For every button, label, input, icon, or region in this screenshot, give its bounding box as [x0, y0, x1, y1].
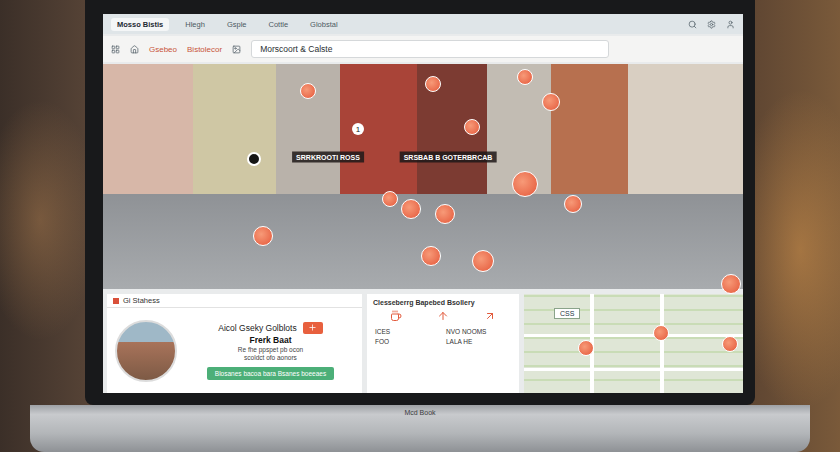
map-pin[interactable]: [253, 226, 273, 246]
cup-icon: [390, 310, 402, 322]
map-pin[interactable]: [472, 250, 494, 272]
app-window: Mosso Bistis Hlegh Gsple Cottle Globstal Gseb…: [103, 14, 743, 393]
details-icons: [367, 308, 519, 324]
toolbar-link[interactable]: Gsebeo: [149, 45, 177, 54]
browser-tab[interactable]: Gsple: [221, 18, 253, 31]
map-pin[interactable]: [722, 336, 738, 352]
bottom-panels: Gi Stahess Aicol Gseky Golblots Frerk Baat…: [103, 291, 743, 393]
pin-badge: 1: [352, 123, 364, 135]
browser-tab[interactable]: Hlegh: [179, 18, 211, 31]
map-pin[interactable]: [382, 191, 398, 207]
place-description: Re fhe ppspet pb ocon: [238, 346, 303, 353]
header-icon: [113, 298, 119, 304]
place-card-header: Gi Stahess: [107, 294, 362, 308]
location-marker[interactable]: [247, 152, 261, 166]
place-card-body: Aicol Gseky Golblots Frerk BaatRe fhe pps…: [107, 308, 362, 393]
map-pin[interactable]: [421, 246, 441, 266]
map-pin[interactable]: [542, 93, 560, 111]
search-field[interactable]: Morscoort & Calste: [251, 40, 609, 58]
map-pin[interactable]: [721, 274, 741, 294]
arrow-icon: [484, 310, 496, 322]
place-card: Gi Stahess Aicol Gseky Golblots Frerk Baat…: [107, 294, 362, 393]
user-icon[interactable]: [726, 20, 735, 29]
toolbar: Gsebeo Bistolecor Morscoort & Calste: [103, 36, 743, 62]
image-icon[interactable]: [232, 45, 241, 54]
street-view[interactable]: SRRKROOTI ROSS SRSBAB B GOTERBRCAB 1: [103, 64, 743, 289]
details-card: Clesseberrg Bapebed Bsollery ICES NVO NOOM…: [367, 294, 519, 393]
name-row: Aicol Gseky Golblots: [218, 322, 322, 334]
map-pin[interactable]: [564, 195, 582, 213]
map-label: CSS: [554, 308, 580, 319]
grid-icon[interactable]: [111, 45, 120, 54]
laptop-base: Mcd Book: [30, 405, 810, 452]
map-pin[interactable]: [517, 69, 533, 85]
map-pin[interactable]: [300, 83, 316, 99]
details-title: Clesseberrg Bapebed Bsollery: [367, 294, 519, 308]
browser-tab[interactable]: Mosso Bistis: [111, 18, 169, 31]
search-icon[interactable]: [688, 20, 697, 29]
plus-icon: [308, 323, 317, 332]
place-name: Aicol Gseky Golblots: [218, 323, 296, 333]
page: Mosso Bistis Hlegh Gsple Cottle Globstal Gseb…: [0, 0, 840, 452]
action-button[interactable]: Blosanes bacoa bara Bsanes boeeaes: [207, 367, 334, 380]
browser-tab[interactable]: Globstal: [304, 18, 344, 31]
home-icon[interactable]: [130, 45, 139, 54]
place-title: Frerk Baat: [249, 335, 291, 345]
details-item: ICES: [375, 328, 440, 335]
map-card: CSS: [524, 294, 743, 393]
toolbar-link[interactable]: Bistolecor: [187, 45, 222, 54]
map-pin[interactable]: [512, 171, 538, 197]
gear-icon[interactable]: [707, 20, 716, 29]
laptop-screen: Mosso Bistis Hlegh Gsple Cottle Globstal Gseb…: [85, 0, 755, 405]
browser-tab[interactable]: Cottle: [262, 18, 294, 31]
details-item: FOO: [375, 338, 440, 345]
map-pin[interactable]: [425, 76, 441, 92]
laptop-brand: Mcd Book: [404, 409, 435, 452]
map-pin[interactable]: [435, 204, 455, 224]
browser-bar: Mosso Bistis Hlegh Gsple Cottle Globstal: [103, 14, 743, 34]
map-pin[interactable]: [578, 340, 594, 356]
details-item: NVO NOOMS: [446, 328, 511, 335]
details-item: LALA HE: [446, 338, 511, 345]
map[interactable]: CSS: [524, 294, 743, 393]
add-button[interactable]: [303, 322, 323, 334]
map-pin[interactable]: [401, 199, 421, 219]
map-pin[interactable]: [653, 325, 669, 341]
street-label: SRSBAB B GOTERBRCAB: [400, 152, 497, 163]
arrow-icon: [437, 310, 449, 322]
place-description: scoldct ofo aonors: [244, 354, 297, 361]
place-photo: [115, 320, 177, 382]
street-label: SRRKROOTI ROSS: [292, 152, 364, 163]
map-pin[interactable]: [464, 119, 480, 135]
place-info: Aicol Gseky Golblots Frerk BaatRe fhe pps…: [187, 322, 354, 380]
details-list: ICES NVO NOOMS FOO LALA HE: [367, 324, 519, 349]
